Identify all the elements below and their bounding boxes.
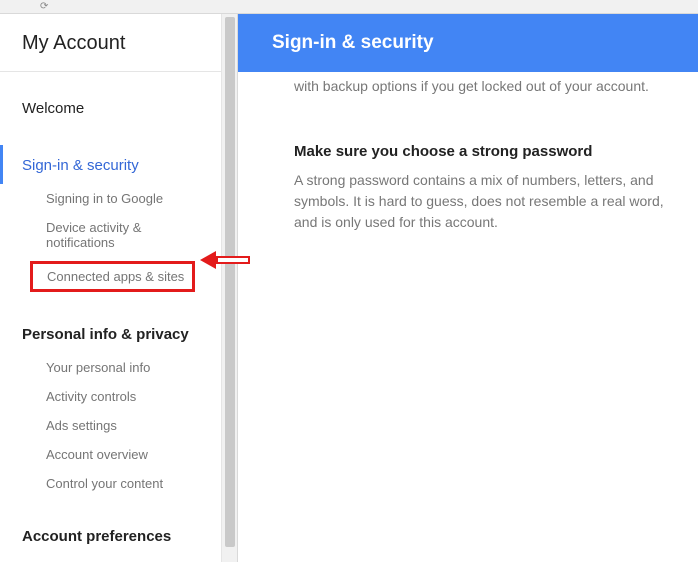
sidebar-nav: Welcome Sign-in & security Signing in to…: [0, 72, 221, 555]
content-area: Sign-in & security with backup options i…: [238, 14, 698, 562]
sidebar-group-personal[interactable]: Personal info & privacy: [0, 314, 221, 353]
scrollbar-thumb[interactable]: [225, 17, 235, 547]
sidebar-item-welcome[interactable]: Welcome: [0, 94, 221, 127]
sidebar-group-signin[interactable]: Sign-in & security: [0, 145, 221, 184]
sidebar-group-prefs[interactable]: Account preferences: [0, 516, 221, 555]
layout: My Account Welcome Sign-in & security Si…: [0, 14, 698, 562]
sidebar-item-connected-apps[interactable]: Connected apps & sites: [30, 261, 195, 292]
browser-toolbar: ⟳: [0, 0, 698, 14]
sidebar-item-activity-controls[interactable]: Activity controls: [0, 382, 221, 411]
sidebar-item-ads-settings[interactable]: Ads settings: [0, 411, 221, 440]
content-body: with backup options if you get locked ou…: [238, 72, 698, 257]
sidebar-item-signing-in[interactable]: Signing in to Google: [0, 184, 221, 213]
content-header: Sign-in & security: [238, 14, 698, 72]
sidebar-scrollbar[interactable]: [222, 14, 238, 562]
sidebar-item-your-info[interactable]: Your personal info: [0, 353, 221, 382]
sidebar-item-account-overview[interactable]: Account overview: [0, 440, 221, 469]
sidebar: My Account Welcome Sign-in & security Si…: [0, 14, 222, 562]
reload-icon[interactable]: ⟳: [40, 1, 48, 12]
sidebar-item-control-content[interactable]: Control your content: [0, 469, 221, 498]
strong-password-heading: Make sure you choose a strong password: [294, 141, 664, 164]
page-title: My Account: [0, 32, 221, 72]
strong-password-body: A strong password contains a mix of numb…: [294, 170, 664, 233]
content-truncated-text: with backup options if you get locked ou…: [294, 76, 664, 97]
sidebar-item-device-activity[interactable]: Device activity & notifications: [0, 213, 221, 257]
content-header-title: Sign-in & security: [272, 32, 434, 53]
